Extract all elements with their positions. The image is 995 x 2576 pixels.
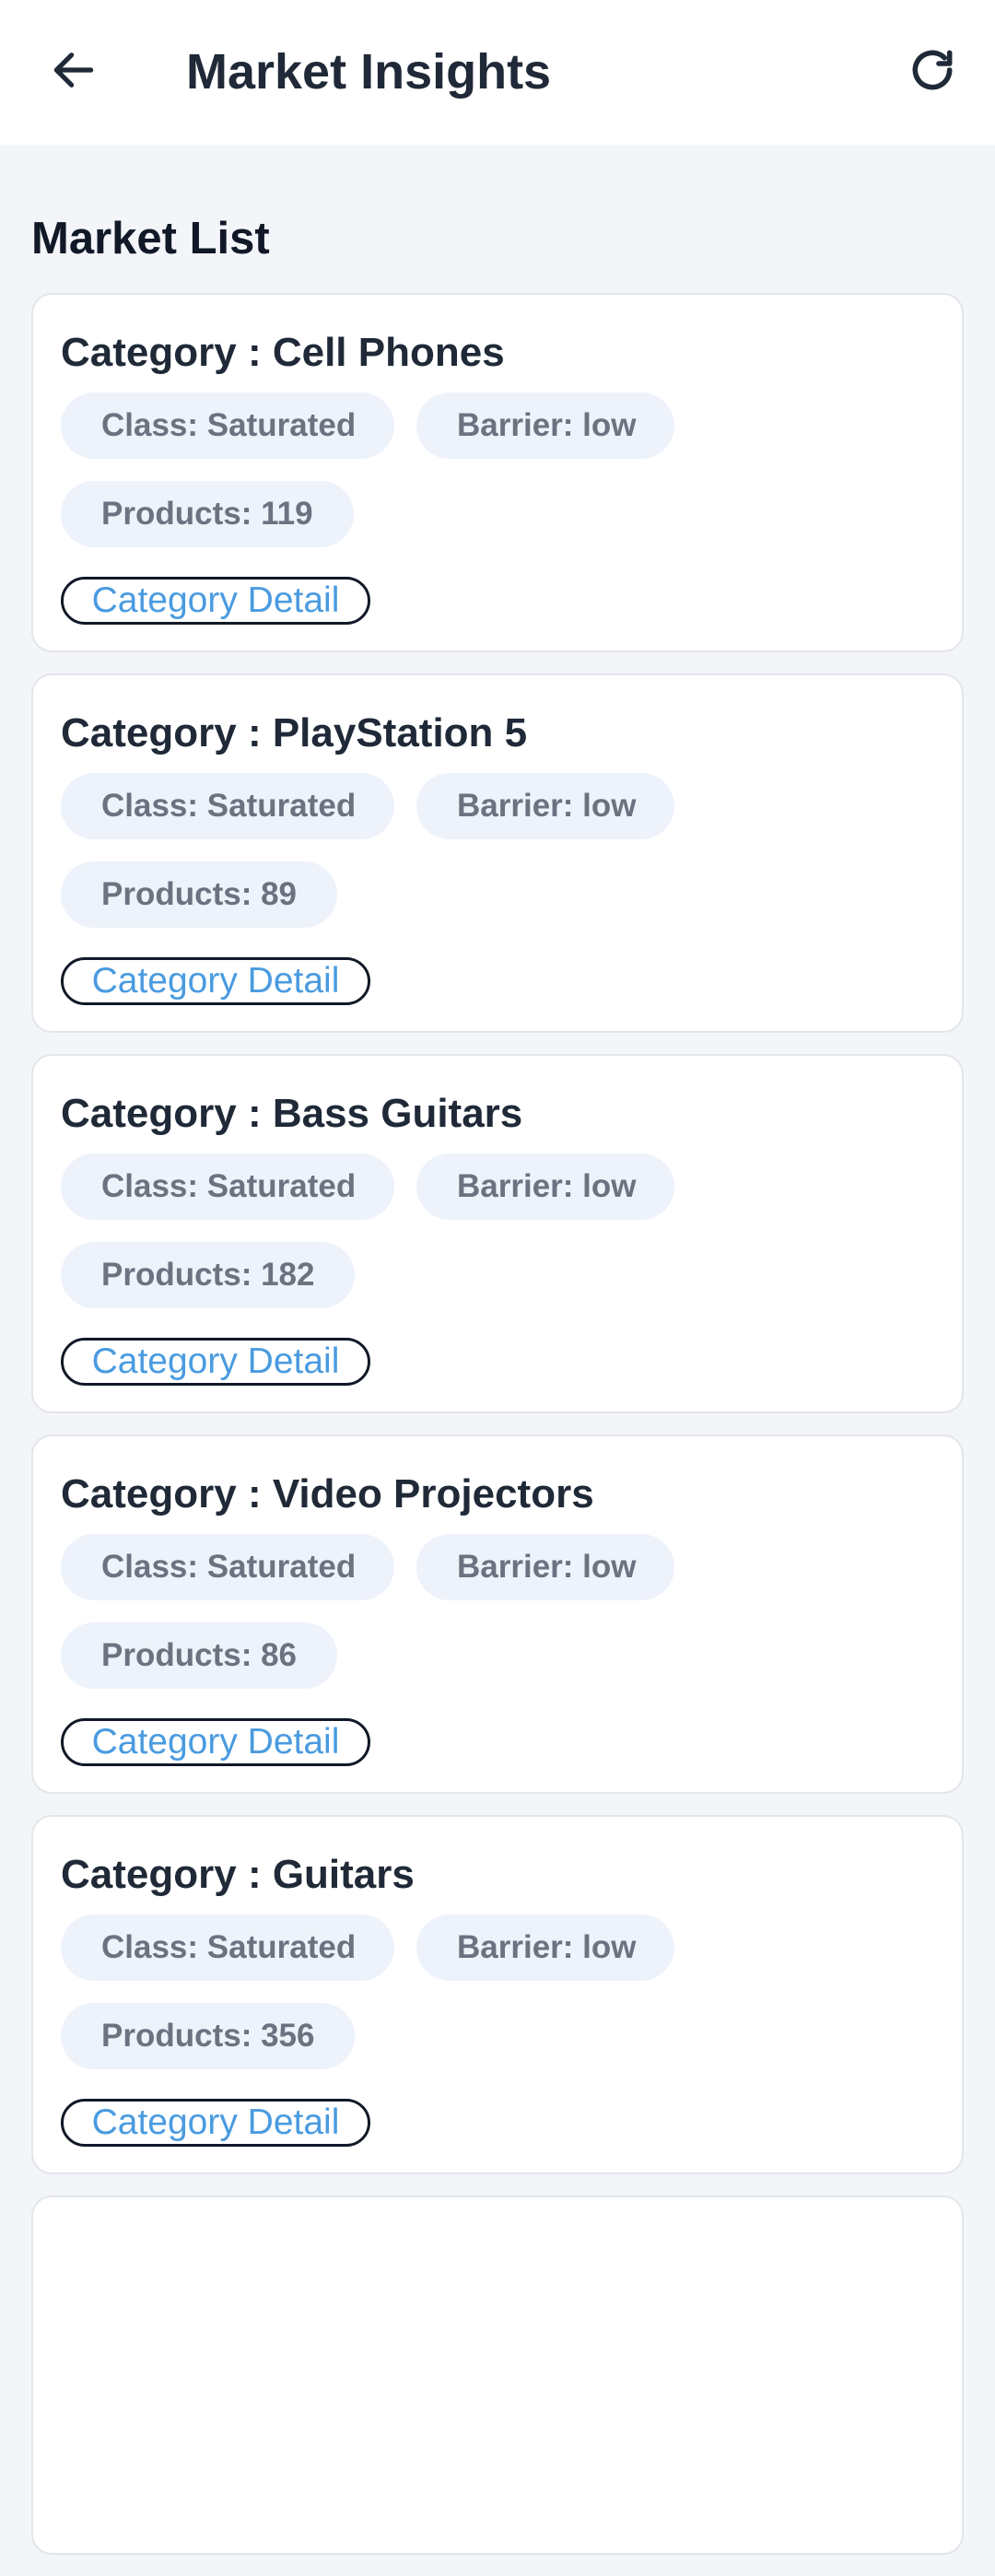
chip-group: Class: Saturated Barrier: low Products: … [61, 1534, 706, 1711]
card-title: Category : Video Projectors [61, 1471, 594, 1516]
arrow-left-icon [53, 53, 94, 88]
category-detail-button[interactable]: Category Detail [61, 957, 370, 1005]
barrier-chip: Barrier: low [416, 773, 674, 839]
class-chip: Class: Saturated [61, 1534, 394, 1600]
chip-group: Class: Saturated Barrier: low Products: … [61, 773, 706, 950]
class-chip: Class: Saturated [61, 773, 394, 839]
card-title: Category : Bass Guitars [61, 1091, 523, 1136]
products-chip: Products: 182 [61, 1242, 356, 1308]
products-chip: Products: 86 [61, 1622, 337, 1689]
card-title: Category : Cell Phones [61, 330, 505, 375]
category-detail-button[interactable]: Category Detail [61, 1338, 370, 1386]
class-chip: Class: Saturated [61, 1153, 394, 1220]
barrier-chip: Barrier: low [416, 392, 674, 459]
class-chip: Class: Saturated [61, 392, 394, 459]
products-chip: Products: 89 [61, 861, 337, 928]
app-bar: Market Insights [0, 0, 995, 145]
market-card: Category : PlayStation 5 Class: Saturate… [31, 673, 964, 1033]
market-list: Category : Cell Phones Class: Saturated … [31, 293, 964, 2576]
chip-group: Class: Saturated Barrier: low Products: … [61, 1153, 706, 1330]
page-title: Market Insights [186, 44, 552, 100]
market-card: Category : Video Projectors Class: Satur… [31, 1434, 964, 1794]
chip-group: Class: Saturated Barrier: low Products: … [61, 1914, 706, 2091]
products-chip: Products: 356 [61, 2003, 356, 2069]
market-card-partial [31, 2195, 964, 2555]
barrier-chip: Barrier: low [416, 1153, 674, 1220]
market-card: Category : Cell Phones Class: Saturated … [31, 293, 964, 652]
market-card: Category : Guitars Class: Saturated Barr… [31, 1815, 964, 2174]
category-detail-button[interactable]: Category Detail [61, 2099, 370, 2147]
refresh-icon [912, 50, 953, 90]
card-title: Category : Guitars [61, 1852, 415, 1897]
section-title: Market List [31, 214, 270, 263]
products-chip: Products: 119 [61, 481, 354, 547]
barrier-chip: Barrier: low [416, 1914, 674, 1981]
refresh-button[interactable] [899, 37, 966, 103]
category-detail-button[interactable]: Category Detail [61, 577, 370, 625]
market-card: Category : Bass Guitars Class: Saturated… [31, 1054, 964, 1413]
barrier-chip: Barrier: low [416, 1534, 674, 1600]
chip-group: Class: Saturated Barrier: low Products: … [61, 392, 706, 569]
category-detail-button[interactable]: Category Detail [61, 1718, 370, 1766]
back-button[interactable] [41, 37, 107, 103]
card-title: Category : PlayStation 5 [61, 710, 528, 755]
class-chip: Class: Saturated [61, 1914, 394, 1981]
